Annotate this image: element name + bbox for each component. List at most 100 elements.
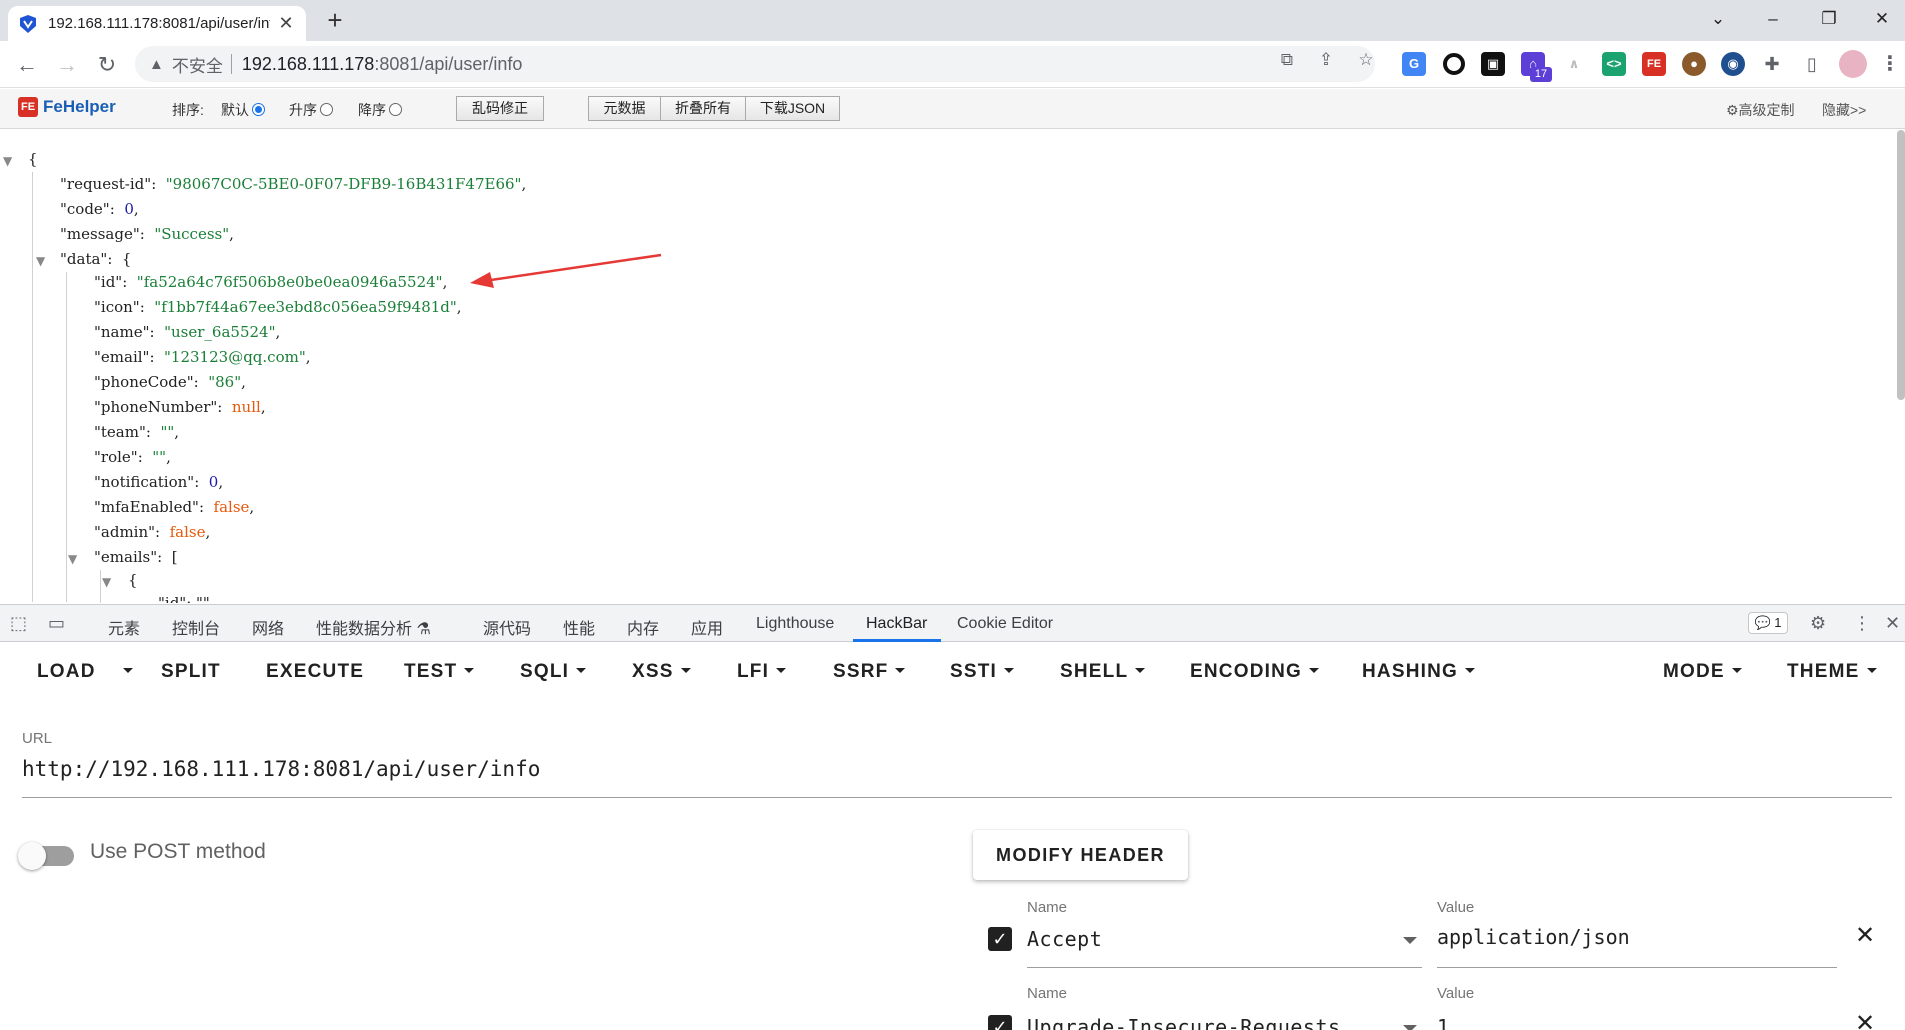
browser-tab[interactable]: 192.168.111.178:8081/api/user/info ✕ [8, 6, 306, 41]
remove-header-icon[interactable]: ✕ [1855, 921, 1875, 950]
devtools-settings-icon[interactable]: ⚙ [1810, 613, 1826, 634]
collapse-object-icon[interactable]: ▼ [102, 575, 111, 589]
bot-icon[interactable]: ▣ [1481, 52, 1505, 76]
extensions-puzzle-icon[interactable]: ✚ [1760, 52, 1784, 76]
page-scrollbar[interactable] [1897, 130, 1905, 400]
remove-header-icon[interactable]: ✕ [1855, 1015, 1875, 1030]
warning-icon[interactable]: ▲ [149, 56, 164, 73]
shell-menu[interactable]: SHELL [1060, 661, 1146, 683]
sqli-menu[interactable]: SQLI [520, 661, 587, 683]
sort-default-option[interactable]: 默认 [221, 100, 265, 120]
sort-asc-radio[interactable] [320, 103, 333, 116]
tab-hackbar[interactable]: HackBar [866, 615, 927, 633]
header-name-input[interactable]: Accept [1027, 927, 1102, 951]
json-key: "notification" [94, 473, 195, 491]
header-name-input[interactable]: Upgrade-Insecure-Requests [1027, 1015, 1341, 1030]
tab-elements[interactable]: 元素 [108, 615, 140, 639]
cookie-icon[interactable]: ● [1682, 52, 1706, 76]
load-button[interactable]: LOAD [37, 661, 96, 683]
minimize-icon[interactable]: – [1751, 4, 1795, 34]
tab-sources[interactable]: 源代码 [483, 615, 531, 639]
code-extension-icon[interactable]: <> [1602, 52, 1626, 76]
hashing-menu[interactable]: HASHING [1362, 661, 1476, 683]
tab-memory[interactable]: 内存 [627, 615, 659, 639]
header-name-dropdown-icon[interactable] [1403, 1025, 1417, 1030]
menu-kebab-icon[interactable]: ⋮ [1878, 52, 1902, 76]
ssrf-menu-label: SSRF [833, 661, 889, 682]
tab-cookie-editor[interactable]: Cookie Editor [957, 615, 1053, 633]
split-button[interactable]: SPLIT [161, 661, 221, 683]
sort-desc-option[interactable]: 降序 [358, 100, 402, 120]
collapse-data-icon[interactable]: ▼ [36, 254, 45, 268]
fix-encoding-button[interactable]: 乱码修正 [456, 96, 544, 121]
side-panel-icon[interactable]: ▯ [1800, 52, 1824, 76]
tab-performance[interactable]: 性能 [563, 615, 595, 639]
circle-icon[interactable] [1443, 53, 1465, 75]
load-dropdown[interactable] [116, 661, 133, 683]
test-menu[interactable]: TEST [404, 661, 475, 683]
header-name-dropdown-icon[interactable] [1403, 937, 1417, 944]
tab-performance-insights[interactable]: 性能数据分析 ⚗ [316, 615, 431, 639]
devtools-tab-bar: ⬚ ▭ 元素 控制台 网络 性能数据分析 ⚗ 源代码 性能 内存 应用 Ligh… [0, 604, 1905, 642]
device-toolbar-icon[interactable]: ▭ [48, 613, 65, 634]
security-label[interactable]: 不安全 [172, 52, 223, 77]
new-tab-button[interactable]: + [320, 6, 350, 36]
header-value-input[interactable]: application/json [1437, 925, 1630, 949]
custom-settings-link[interactable]: ⚙高级定制 [1726, 100, 1795, 120]
tab-application[interactable]: 应用 [691, 615, 723, 639]
encoding-menu[interactable]: ENCODING [1190, 661, 1319, 683]
mode-menu[interactable]: MODE [1663, 661, 1742, 683]
raw-data-button[interactable]: 元数据 [588, 96, 661, 121]
profile-avatar[interactable] [1839, 50, 1867, 78]
issues-badge[interactable]: 💬 1 [1748, 612, 1788, 634]
sort-asc-label: 升序 [289, 102, 317, 118]
back-icon[interactable]: ← [12, 50, 42, 80]
url-path: :8081/api/user/info [374, 53, 523, 74]
sort-asc-option[interactable]: 升序 [289, 100, 333, 120]
post-method-toggle-knob[interactable] [18, 842, 46, 870]
tab-close-icon[interactable]: ✕ [276, 13, 296, 34]
inspect-element-icon[interactable]: ⬚ [10, 613, 27, 634]
tab-console[interactable]: 控制台 [172, 615, 220, 639]
maximize-icon[interactable]: ❐ [1807, 4, 1851, 34]
collapse-root-icon[interactable]: ▼ [3, 154, 12, 168]
sort-default-radio[interactable] [252, 103, 265, 116]
theme-menu[interactable]: THEME [1787, 661, 1877, 683]
share-icon[interactable]: ⇪ [1315, 49, 1337, 71]
sort-desc-radio[interactable] [389, 103, 402, 116]
download-json-button[interactable]: 下载JSON [745, 96, 840, 121]
forward-icon[interactable]: → [52, 50, 82, 80]
lfi-menu[interactable]: LFI [737, 661, 787, 683]
window-close-icon[interactable]: ✕ [1860, 4, 1904, 34]
devtools-close-icon[interactable]: ✕ [1885, 613, 1900, 634]
json-root-open: { [28, 150, 38, 168]
translate-page-icon[interactable]: ⧉ [1276, 49, 1298, 71]
collapse-emails-icon[interactable]: ▼ [68, 552, 77, 566]
address-bar[interactable]: ▲ 不安全 192.168.111.178 :8081/api/user/inf… [135, 46, 1375, 82]
xss-menu[interactable]: XSS [632, 661, 691, 683]
reload-icon[interactable]: ↻ [92, 50, 122, 80]
tab-network[interactable]: 网络 [252, 615, 284, 639]
site-favicon-icon [20, 14, 36, 33]
fehelper-icon[interactable]: FE [1642, 52, 1666, 76]
hide-toolbar-link[interactable]: 隐藏>> [1822, 100, 1866, 120]
globe-extension-icon[interactable]: ◉ [1721, 52, 1745, 76]
tab-search-icon[interactable]: ⌄ [1696, 4, 1740, 34]
translate-icon[interactable]: G [1402, 52, 1426, 76]
bookmark-star-icon[interactable]: ☆ [1355, 49, 1377, 71]
header-value-input[interactable]: 1 [1437, 1015, 1449, 1030]
header-enabled-checkbox[interactable]: ✓ [988, 1015, 1012, 1030]
json-string: "fa52a64c76f506b8e0be0ea0946a5524" [136, 273, 443, 291]
header-enabled-checkbox[interactable]: ✓ [988, 927, 1012, 951]
tab-lighthouse[interactable]: Lighthouse [756, 615, 834, 633]
modify-header-button[interactable]: MODIFY HEADER [973, 830, 1188, 880]
ssti-menu[interactable]: SSTI [950, 661, 1015, 683]
header-name-label: Name [1027, 985, 1068, 1002]
ssrf-menu[interactable]: SSRF [833, 661, 906, 683]
fold-all-button[interactable]: 折叠所有 [660, 96, 746, 121]
devtools-more-icon[interactable]: ⋮ [1853, 613, 1871, 634]
execute-button[interactable]: EXECUTE [266, 661, 364, 683]
header-name-underline [1027, 967, 1422, 968]
inactive-extension-icon[interactable]: ∧ [1562, 52, 1586, 76]
url-input[interactable]: http://192.168.111.178:8081/api/user/inf… [22, 757, 540, 781]
